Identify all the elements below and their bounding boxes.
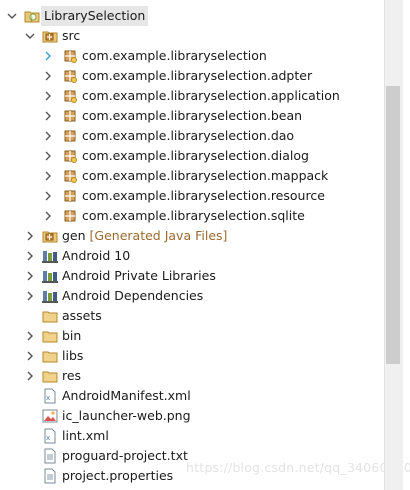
package-label: com.example.libraryselection.sqlite — [82, 208, 305, 223]
gen-decorator: [Generated Java Files] — [89, 228, 228, 243]
tree-item-folder[interactable]: libs — [0, 346, 384, 366]
package-label: com.example.libraryselection.bean — [82, 108, 303, 123]
folder-label: bin — [62, 328, 82, 343]
svg-text:x: x — [46, 434, 50, 442]
chevron-right-icon[interactable] — [24, 286, 36, 306]
package-icon — [62, 208, 78, 224]
chevron-right-icon[interactable] — [24, 366, 36, 386]
library-label: Android Private Libraries — [62, 268, 216, 283]
tree-item-package[interactable]: com.example.libraryselection.dialog — [0, 146, 384, 166]
folder-label: res — [62, 368, 82, 383]
package-icon — [62, 108, 78, 124]
folder-icon — [42, 348, 58, 364]
package-label: com.example.libraryselection.dialog — [82, 148, 309, 163]
gen-label: gen [Generated Java Files] — [62, 226, 227, 246]
file-label: proguard-project.txt — [62, 448, 188, 463]
tree-item-package[interactable]: com.example.libraryselection.sqlite — [0, 206, 384, 226]
package-icon — [62, 128, 78, 144]
package-label: com.example.libraryselection.adpter — [82, 68, 313, 83]
package-label: com.example.libraryselection.application — [82, 88, 340, 103]
package-icon — [62, 88, 78, 104]
package-icon — [62, 48, 78, 64]
file-label: lint.xml — [62, 428, 109, 443]
chevron-right-icon[interactable] — [24, 326, 36, 346]
svg-text:x: x — [46, 394, 50, 402]
tree-item-package[interactable]: com.example.libraryselection.resource — [0, 186, 384, 206]
package-icon — [62, 68, 78, 84]
src-label: src — [62, 28, 81, 43]
package-label: com.example.libraryselection.dao — [82, 128, 295, 143]
chevron-right-icon[interactable] — [24, 266, 36, 286]
chevron-right-icon[interactable] — [42, 186, 54, 206]
tree-item-package[interactable]: com.example.libraryselection.dao — [0, 126, 384, 146]
tree-item-file[interactable]: x AndroidManifest.xml — [0, 386, 384, 406]
source-folder-icon — [42, 228, 58, 244]
tree-item-gen[interactable]: gen [Generated Java Files] — [0, 226, 384, 246]
folder-icon — [42, 308, 58, 324]
folder-icon — [42, 328, 58, 344]
file-label: project.properties — [62, 468, 174, 483]
chevron-right-icon[interactable] — [42, 86, 54, 106]
svg-text:J: J — [30, 15, 33, 22]
library-label: Android Dependencies — [62, 288, 204, 303]
chevron-right-icon[interactable] — [42, 166, 54, 186]
tree-item-folder[interactable]: bin — [0, 326, 384, 346]
text-file-icon — [42, 468, 58, 484]
chevron-right-icon[interactable] — [24, 226, 36, 246]
chevron-right-icon[interactable] — [42, 106, 54, 126]
chevron-right-icon[interactable] — [42, 66, 54, 86]
library-icon — [42, 288, 58, 304]
library-icon — [42, 268, 58, 284]
gen-name: gen — [62, 228, 86, 243]
android-project-icon: J — [24, 8, 40, 24]
tree-item-package[interactable]: com.example.libraryselection — [0, 46, 384, 66]
chevron-right-icon[interactable] — [42, 46, 54, 66]
library-label: Android 10 — [62, 248, 131, 263]
library-icon — [42, 248, 58, 264]
tree-item-folder[interactable]: assets — [0, 306, 384, 326]
tree-item-project[interactable]: J LibrarySelection — [0, 6, 384, 26]
xml-file-icon: x — [42, 428, 58, 444]
tree-item-folder[interactable]: res — [0, 366, 384, 386]
package-label: com.example.libraryselection.mappack — [82, 168, 329, 183]
tree-item-package[interactable]: com.example.libraryselection.application — [0, 86, 384, 106]
chevron-down-icon[interactable] — [6, 6, 18, 26]
chevron-down-icon[interactable] — [24, 26, 36, 46]
folder-label: libs — [62, 348, 84, 363]
tree-item-package[interactable]: com.example.libraryselection.bean — [0, 106, 384, 126]
package-icon — [62, 188, 78, 204]
tree-item-library[interactable]: Android 10 — [0, 246, 384, 266]
source-folder-icon — [42, 28, 58, 44]
package-icon — [62, 168, 78, 184]
package-icon — [62, 148, 78, 164]
project-explorer-tree: J LibrarySelection src com.example.libra… — [0, 0, 384, 490]
package-label: com.example.libraryselection — [82, 48, 267, 63]
chevron-right-icon[interactable] — [24, 246, 36, 266]
folder-label: assets — [62, 308, 102, 323]
xml-file-icon: x — [42, 388, 58, 404]
tree-item-package[interactable]: com.example.libraryselection.mappack — [0, 166, 384, 186]
watermark: https://blog.csdn.net/qq_34060370 — [186, 460, 410, 475]
tree-item-file[interactable]: ic_launcher-web.png — [0, 406, 384, 426]
project-name: LibrarySelection — [41, 6, 149, 26]
scrollbar-thumb[interactable] — [386, 86, 400, 364]
folder-icon — [42, 368, 58, 384]
package-label: com.example.libraryselection.resource — [82, 188, 325, 203]
image-file-icon — [42, 408, 58, 424]
chevron-right-icon[interactable] — [42, 146, 54, 166]
tree-item-src[interactable]: src — [0, 26, 384, 46]
chevron-right-icon[interactable] — [42, 206, 54, 226]
tree-item-library[interactable]: Android Private Libraries — [0, 266, 384, 286]
chevron-right-icon[interactable] — [42, 126, 54, 146]
file-label: AndroidManifest.xml — [62, 388, 191, 403]
text-file-icon — [42, 448, 58, 464]
tree-item-package[interactable]: com.example.libraryselection.adpter — [0, 66, 384, 86]
tree-item-library[interactable]: Android Dependencies — [0, 286, 384, 306]
tree-item-file[interactable]: x lint.xml — [0, 426, 384, 446]
chevron-right-icon[interactable] — [24, 346, 36, 366]
file-label: ic_launcher-web.png — [62, 408, 191, 423]
